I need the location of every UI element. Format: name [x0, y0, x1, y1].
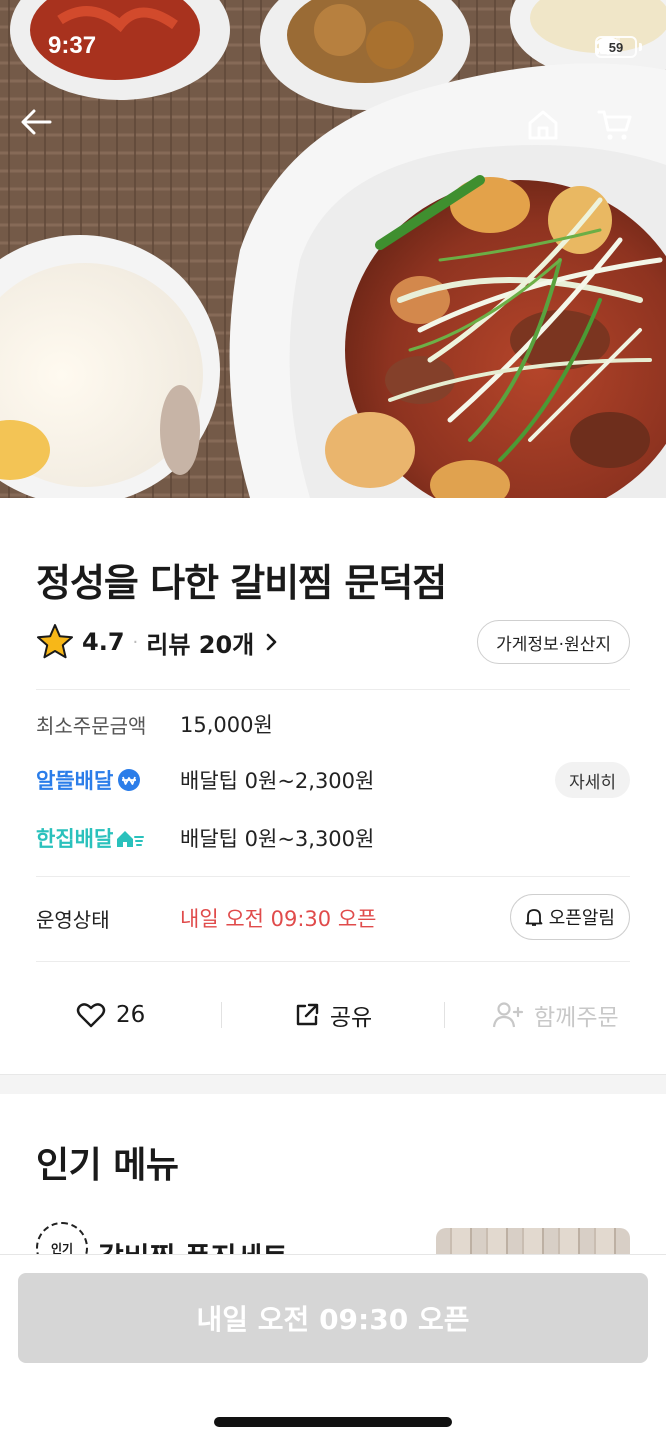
single-delivery-brand: 한집배달 — [36, 823, 180, 853]
review-count: 리뷰 20개 — [146, 630, 255, 659]
operation-status-value: 내일 오전 09:30 오픈 — [180, 907, 377, 931]
review-link[interactable]: 리뷰 20개 — [146, 625, 282, 660]
order-cta-button[interactable]: 내일 오전 09:30 오픈 — [18, 1273, 648, 1363]
popular-badge-label: 인기 — [50, 1242, 74, 1254]
operation-status-row: 운영상태 내일 오전 09:30 오픈 오픈알림 — [36, 894, 630, 940]
bell-icon — [525, 909, 543, 926]
menu-item-name: 갈비찜 풍진세트 — [98, 1236, 288, 1254]
operation-status-label: 운영상태 — [36, 907, 110, 932]
delivery-detail-button[interactable]: 자세히 — [555, 762, 630, 798]
divider — [36, 876, 630, 877]
group-order-label: 함께주문 — [534, 1005, 619, 1031]
menu-item[interactable]: 인기 갈비찜 풍진세트 — [36, 1222, 436, 1254]
status-time: 9:37 — [48, 32, 97, 59]
chevron-right-icon — [266, 633, 277, 651]
action-row: 26 공유 함께주문 — [0, 990, 666, 1040]
battery-icon: 59 — [595, 36, 637, 58]
min-order-row: 최소주문금액 15,000원 — [36, 704, 630, 744]
arrow-left-icon — [21, 109, 52, 135]
single-delivery-label: 한집배달 — [36, 827, 114, 851]
add-person-icon — [492, 1002, 524, 1028]
delivery-option-single: 한집배달 배달팁 0원~3,300원 — [36, 818, 630, 858]
share-icon — [296, 1003, 319, 1026]
rating-row: 4.7 · 리뷰 20개 — [36, 620, 282, 664]
store-hero-photo: 9:37 59 — [0, 0, 666, 498]
min-order-label: 최소주문금액 — [36, 713, 147, 738]
like-count: 26 — [116, 1002, 146, 1028]
star-icon — [37, 624, 73, 659]
single-delivery-tip: 배달팁 0원~3,300원 — [180, 827, 375, 851]
saver-delivery-tip: 배달팁 0원~2,300원 — [180, 769, 375, 793]
heart-icon — [76, 1003, 106, 1028]
home-button[interactable] — [526, 108, 574, 156]
group-order-button[interactable]: 함께주문 — [445, 998, 666, 1032]
back-button[interactable] — [20, 108, 68, 156]
home-indicator — [214, 1417, 452, 1427]
min-order-value: 15,000원 — [180, 713, 273, 737]
cart-button[interactable] — [597, 108, 645, 156]
separator-dot: · — [132, 631, 139, 653]
share-label: 공유 — [329, 1005, 373, 1031]
divider — [36, 689, 630, 690]
saver-delivery-label: 알뜰배달 — [36, 769, 114, 793]
menu-item-thumbnail[interactable] — [436, 1228, 630, 1254]
battery-level: 59 — [608, 39, 624, 55]
saver-delivery-brand: 알뜰배달 — [36, 765, 180, 795]
house-speed-icon — [117, 831, 145, 847]
delivery-option-saver: 알뜰배달 배달팁 0원~2,300원 자세히 — [36, 760, 630, 800]
home-icon — [528, 110, 558, 140]
share-button[interactable]: 공유 — [222, 998, 443, 1032]
section-separator — [0, 1074, 666, 1094]
status-bar: 9:37 59 — [0, 0, 666, 96]
saver-badge-icon — [118, 769, 141, 791]
open-alarm-button[interactable]: 오픈알림 — [509, 894, 630, 940]
like-button[interactable]: 26 — [0, 1001, 221, 1029]
store-name: 정성을 다한 갈비찜 문덕점 — [36, 561, 447, 605]
open-alarm-label: 오픈알림 — [548, 908, 615, 929]
popular-badge: 인기 — [36, 1222, 88, 1254]
rating-value: 4.7 — [82, 628, 125, 656]
popular-menu-title: 인기 메뉴 — [36, 1145, 179, 1186]
bottom-bar: 내일 오전 09:30 오픈 — [0, 1254, 666, 1440]
divider — [36, 961, 630, 962]
status-icons: 59 — [595, 36, 642, 58]
store-info-origin-button[interactable]: 가게정보·원산지 — [477, 620, 630, 664]
cart-icon — [597, 110, 632, 140]
